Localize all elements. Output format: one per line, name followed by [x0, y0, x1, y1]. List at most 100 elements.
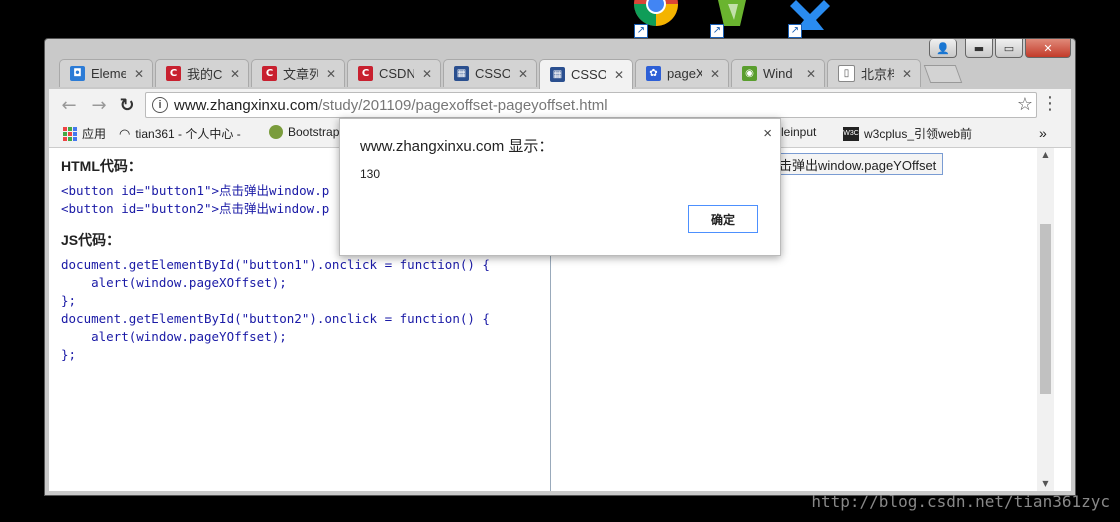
scroll-thumb[interactable]	[1040, 224, 1051, 394]
tab-title: CSSO	[571, 67, 606, 82]
tab-favicon-icon: ▦	[454, 66, 469, 81]
browser-tab[interactable]: ▦ CSSO ✕	[539, 59, 633, 89]
bookmark-label: 应用	[82, 127, 107, 141]
scroll-up-icon[interactable]: ▲	[1037, 148, 1054, 162]
tab-title: 我的C	[187, 67, 222, 82]
browser-tab[interactable]: C CSDN ✕	[347, 59, 441, 87]
window-controls: 👤 ▬ ▭ ✕	[929, 39, 1071, 58]
tab-close-icon[interactable]: ✕	[804, 67, 818, 81]
bookmark-fileinput[interactable]: leinput	[781, 125, 816, 139]
reload-icon: ↻	[119, 94, 135, 116]
tab-close-icon[interactable]: ✕	[132, 67, 146, 81]
close-window-button[interactable]: ✕	[1025, 39, 1071, 58]
bookmark-star-icon[interactable]: ☆	[1017, 94, 1033, 115]
bookmarks-more-button[interactable]: »	[1039, 125, 1047, 141]
tim-desktop-icon[interactable]: ↗	[788, 0, 832, 38]
bookmark-label: w3cplus_引领web前	[864, 127, 973, 141]
browser-toolbar: ← → ↻ i www.zhangxinxu.com/study/201109/…	[49, 89, 1071, 121]
w3c-icon: W3C	[843, 126, 859, 141]
bookmark-label: Bootstrap	[288, 125, 340, 139]
apps-grid-icon	[63, 126, 77, 141]
js-code-block: document.getElementById("button1").oncli…	[61, 256, 550, 364]
code-line: alert(window.pageYOffset);	[61, 329, 287, 344]
dialog-title: www.zhangxinxu.com 显示：	[360, 138, 554, 155]
bookmark-apps[interactable]: 应用	[63, 125, 106, 142]
code-line: };	[61, 293, 77, 308]
browser-tab[interactable]: ✿ pageX ✕	[635, 59, 729, 87]
dialog-close-icon[interactable]: ×	[763, 125, 772, 142]
bookmark-bootstrap[interactable]: Bootstrap	[269, 125, 339, 139]
bookmark-label: tian361 - 个人中心 -	[135, 127, 241, 141]
tab-favicon-icon: C	[358, 66, 373, 81]
tab-favicon-icon: ◘	[70, 66, 85, 81]
forward-arrow-icon: →	[91, 94, 107, 116]
browser-tab[interactable]: C 文章列 ✕	[251, 59, 345, 87]
tab-close-icon[interactable]: ✕	[900, 67, 914, 81]
browser-tab[interactable]: ◉ Wind ✕	[731, 59, 825, 87]
code-line: alert(window.pageXOffset);	[61, 275, 287, 290]
back-arrow-icon: ←	[61, 94, 77, 116]
info-icon[interactable]: i	[152, 97, 168, 113]
dialog-message: 130	[360, 167, 381, 181]
back-button[interactable]: ←	[57, 93, 81, 117]
minimize-icon: ▬	[973, 41, 985, 55]
tab-close-icon[interactable]: ✕	[228, 67, 242, 81]
maximize-icon: ▭	[1003, 41, 1015, 55]
bookmark-label: leinput	[781, 125, 817, 139]
tab-favicon-icon: ✿	[646, 66, 661, 81]
tab-favicon-icon: ▦	[550, 67, 565, 82]
tab-close-icon[interactable]: ✕	[516, 67, 530, 81]
tab-favicon-icon: ▯	[838, 65, 855, 82]
tab-close-icon[interactable]: ✕	[612, 68, 626, 82]
user-icon: 👤	[936, 41, 950, 55]
tab-strip: ◘ Eleme ✕ C 我的C ✕ C 文章列 ✕ C CSDN ✕ ▦ CSSO ✕ ▦ CSSO ✕ ✿ page…	[59, 59, 1019, 89]
tab-title: CSDN	[379, 66, 414, 81]
browser-tab[interactable]: ▦ CSSO ✕	[443, 59, 537, 87]
tab-close-icon[interactable]: ✕	[324, 67, 338, 81]
url-host: www.zhangxinxu.com	[174, 96, 319, 114]
chrome-desktop-icon[interactable]: ↗	[634, 0, 678, 38]
browser-window: 👤 ▬ ▭ ✕ ◘ Eleme ✕ C 我的C ✕ C 文章列 ✕ C CSDN ✕ ▦ CSSO ✕ ▦ CS…	[44, 38, 1076, 496]
tab-favicon-icon: C	[262, 66, 277, 81]
browser-tab[interactable]: ◘ Eleme ✕	[59, 59, 153, 87]
reload-button[interactable]: ↻	[115, 93, 139, 117]
menu-dots-icon[interactable]: ⋮	[1041, 93, 1059, 114]
minimize-button[interactable]: ▬	[965, 39, 993, 58]
page-y-offset-button[interactable]: 击弹出window.pageYOffset	[774, 153, 944, 175]
alert-dialog: www.zhangxinxu.com 显示： × 130 确定	[339, 118, 781, 256]
watermark-text: http://blog.csdn.net/tian361zyc	[811, 492, 1110, 511]
dialog-ok-button[interactable]: 确定	[688, 205, 758, 233]
code-line: document.getElementById("button1").oncli…	[61, 257, 490, 272]
browser-tab[interactable]: ▯ 北京梓 ✕	[827, 59, 921, 87]
tab-close-icon[interactable]: ✕	[420, 67, 434, 81]
tab-title: Wind	[763, 66, 793, 81]
tab-close-icon[interactable]: ✕	[708, 67, 722, 81]
url-path: /study/201109/pagexoffset-pageyoffset.ht…	[318, 96, 608, 114]
tab-title: 北京梓	[861, 67, 894, 82]
bookmark-w3cplus[interactable]: W3C w3cplus_引领web前	[843, 125, 972, 142]
green-app-desktop-icon[interactable]: ↗	[710, 0, 754, 38]
bootstrap-icon	[269, 125, 283, 139]
new-tab-button[interactable]	[923, 65, 963, 83]
forward-button[interactable]: →	[87, 93, 111, 117]
code-line: document.getElementById("button2").oncli…	[61, 311, 490, 326]
code-line: };	[61, 347, 77, 362]
browser-tab[interactable]: C 我的C ✕	[155, 59, 249, 87]
tab-title: pageX	[667, 66, 702, 81]
vertical-scrollbar[interactable]: ▲ ▼	[1037, 148, 1054, 491]
tab-favicon-icon: ◉	[742, 66, 757, 81]
address-bar[interactable]: i www.zhangxinxu.com/study/201109/pagexo…	[145, 92, 1037, 118]
eye-icon: ◠	[119, 125, 131, 141]
user-profile-button[interactable]: 👤	[929, 39, 957, 58]
shortcut-arrow-icon: ↗	[634, 24, 648, 38]
tab-title: 文章列	[283, 67, 318, 82]
bookmark-tian361[interactable]: ◠ tian361 - 个人中心 -	[119, 125, 241, 142]
maximize-button[interactable]: ▭	[995, 39, 1023, 58]
shortcut-arrow-icon: ↗	[788, 24, 802, 38]
tab-favicon-icon: C	[166, 66, 181, 81]
scroll-down-icon[interactable]: ▼	[1037, 477, 1054, 491]
tab-title: Eleme	[91, 66, 126, 81]
chevron-right-icon: »	[1039, 125, 1047, 141]
tab-title: CSSO	[475, 66, 510, 81]
shortcut-arrow-icon: ↗	[710, 24, 724, 38]
